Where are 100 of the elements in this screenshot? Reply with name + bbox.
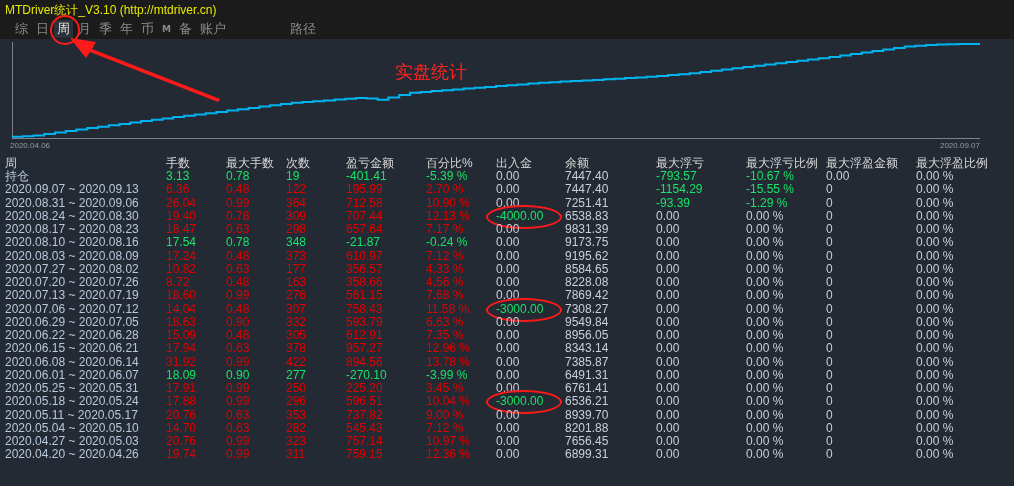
table-cell-text: 332 <box>286 315 308 329</box>
axis-label: 2020.04.06 <box>10 141 51 150</box>
table-cell-text: 0 <box>826 302 834 316</box>
table-cell-text: 296 <box>286 395 308 409</box>
table-cell-text: 0.00 % <box>746 368 785 382</box>
table-cell-text: 0 <box>826 408 834 422</box>
column-header: 百分比% <box>426 155 474 171</box>
table-cell-text: 0.00 % <box>746 236 785 250</box>
table-cell-text: 737.82 <box>346 408 384 422</box>
table-cell-text: 0.00 % <box>916 170 955 184</box>
column-header: 次数 <box>286 155 311 171</box>
table-cell-text: 2020.08.03 ~ 2020.08.09 <box>5 249 140 263</box>
table-cell-text: 6899.31 <box>565 448 610 462</box>
window-title: MTDriver统计_V3.10 (http://mtdriver.cn) <box>5 3 218 17</box>
table-cell-text: 323 <box>286 435 308 449</box>
table-cell-text: 7308.27 <box>565 302 610 316</box>
table-cell-text: 0.78 <box>226 170 251 184</box>
table-cell-text: 0.63 <box>226 342 251 356</box>
table-cell-text: 0.00 <box>496 448 521 462</box>
table-cell-text: 894.56 <box>346 355 384 369</box>
table-cell-text: 250 <box>286 382 308 396</box>
table-cell-text: 0.00 <box>656 368 681 382</box>
table-cell-text: 0.63 <box>226 408 251 422</box>
period-tab[interactable]: 币 <box>138 20 157 38</box>
table-cell-text: 0.00 % <box>746 209 785 223</box>
column-header: 最大浮亏 <box>656 155 705 171</box>
table-cell-text: 0.00 <box>656 382 681 396</box>
table-cell-text: 0 <box>826 382 834 396</box>
period-tab[interactable]: 日 <box>33 20 52 38</box>
table-cell-text: 0.00 % <box>916 196 955 210</box>
table-cell-text: 0 <box>826 355 834 369</box>
period-tab[interactable]: 账户 <box>196 20 229 38</box>
table-cell-text: 26.04 <box>166 196 198 210</box>
table-cell-text: 0.00 % <box>916 209 955 223</box>
table-cell-text: 0.00 <box>656 408 681 422</box>
table-cell-text: 18.60 <box>166 289 198 303</box>
table-cell-text: 2020.08.17 ~ 2020.08.23 <box>5 223 140 237</box>
table-cell-text: 0.99 <box>226 382 251 396</box>
column-header: 最大浮盈比例 <box>916 155 989 171</box>
table-cell-text: 276 <box>286 289 308 303</box>
table-cell-text: 225.20 <box>346 382 384 396</box>
column-header: 最大浮盈金额 <box>826 155 899 171</box>
table-cell-text: 2020.06.29 ~ 2020.07.05 <box>5 315 140 329</box>
table-cell-text: 9173.75 <box>565 236 610 250</box>
table-cell-text: 0 <box>826 196 834 210</box>
table-cell-text: 2020.06.01 ~ 2020.06.07 <box>5 368 140 382</box>
table-cell-text: 596.51 <box>346 395 384 409</box>
table-cell-text: 7385.87 <box>565 355 610 369</box>
table-cell-text: 707.44 <box>346 209 384 223</box>
table-cell-text: -93.39 <box>656 196 692 210</box>
table-cell-text: 0.48 <box>226 329 251 343</box>
table-cell-text: 0.78 <box>226 236 251 250</box>
table-cell-text: 9.00 % <box>426 408 465 422</box>
table-cell-text: 0.00 <box>496 329 521 343</box>
table-cell-text: 0.00 <box>496 421 521 435</box>
period-tab[interactable]: 周 <box>54 20 73 38</box>
table-cell-text: 0.00 % <box>746 355 785 369</box>
table-cell-text: 6.36 <box>166 183 191 197</box>
table-cell-text: 311 <box>286 448 307 462</box>
table-cell-text: 0.00 <box>656 302 681 316</box>
period-tab[interactable]: 年 <box>117 20 136 38</box>
table-cell-text: 364 <box>286 196 308 210</box>
table-cell-text: 0.00 <box>496 262 521 276</box>
table-cell: -3000.00 <box>496 302 565 316</box>
table-cell-text: 7.68 % <box>426 289 465 303</box>
path-tab[interactable]: 路径 <box>286 20 319 38</box>
table-cell-text: 12.36 % <box>426 448 472 462</box>
table-cell-text: 0.00 <box>496 342 521 356</box>
table-cell-text: 8.72 <box>166 276 191 290</box>
table-cell-text: 18.09 <box>166 368 198 382</box>
table-cell-text: 2020.08.31 ~ 2020.09.06 <box>5 196 140 210</box>
table-cell-text: 0.00 <box>826 170 851 184</box>
table-cell-text: 17.54 <box>166 236 198 250</box>
period-tab[interactable]: 月 <box>75 20 94 38</box>
table-cell-text: 0.00 % <box>916 368 955 382</box>
table-cell-text: 0.90 <box>226 368 251 382</box>
table-cell-text: 2020.07.13 ~ 2020.07.19 <box>5 289 140 303</box>
table-cell-text: 0.00 % <box>746 276 785 290</box>
table-cell-text: 163 <box>286 276 308 290</box>
table-cell-text: 4.56 % <box>426 276 465 290</box>
table-cell-text: 0.00 <box>496 355 521 369</box>
table-cell-text: 6536.21 <box>565 395 610 409</box>
table-cell-text: 18.47 <box>166 223 198 237</box>
table-cell-text: 282 <box>286 421 308 435</box>
period-tab[interactable]: M <box>159 20 174 38</box>
table-cell-text: 2020.08.24 ~ 2020.08.30 <box>5 209 140 223</box>
table-cell-text: 0.99 <box>226 289 251 303</box>
table-cell-text: 17.88 <box>166 395 198 409</box>
period-tab[interactable]: 综 <box>12 20 31 38</box>
table-cell-text: 0 <box>826 342 834 356</box>
period-tab[interactable]: 备 <box>175 20 195 38</box>
table-cell-text: 0.00 <box>656 395 681 409</box>
table-cell-text: 0.99 <box>226 435 251 449</box>
table-cell-text: 6491.31 <box>565 368 610 382</box>
table-cell-text: 0.99 <box>226 355 251 369</box>
period-tab[interactable]: 季 <box>96 20 115 38</box>
table-cell-text: 0.00 % <box>746 421 785 435</box>
table-cell-text: 0.00 % <box>746 342 785 356</box>
table-cell-text: 持仓 <box>5 170 30 184</box>
table-cell-text: 2020.05.18 ~ 2020.05.24 <box>5 395 140 409</box>
